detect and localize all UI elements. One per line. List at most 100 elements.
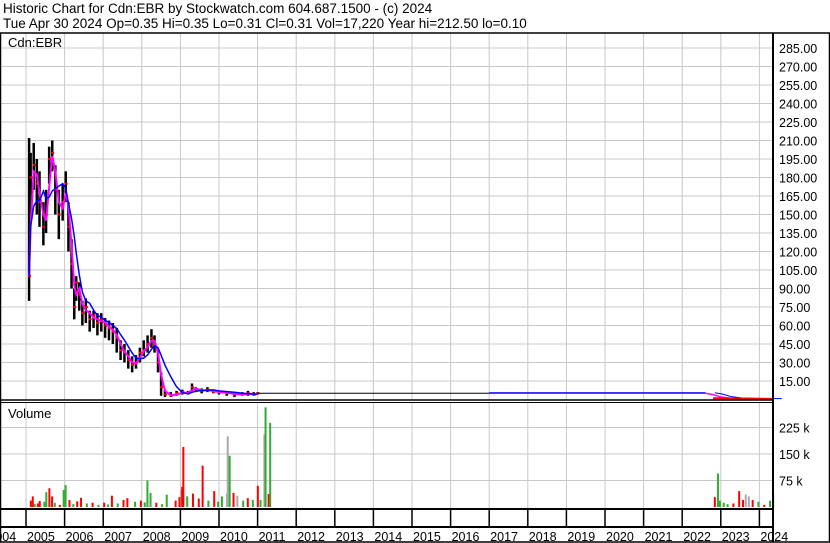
volume-bar [126,498,129,507]
volume-bar [110,495,113,507]
volume-bar [197,498,200,507]
year-label: 2009 [181,530,209,543]
volume-bar [178,497,181,507]
volume-bar [165,494,168,507]
price-tick-label: 195.00 [779,153,817,167]
price-tick-label: 270.00 [779,61,817,75]
volume-bar [713,497,716,507]
year-label: 2010 [220,530,248,543]
volume-bar [738,491,741,507]
price-tick-label: 30.00 [779,357,810,371]
volume-bar [246,498,249,507]
volume-bar [85,503,88,507]
volume-bar [269,422,272,507]
volume-tick-label: 75 k [779,475,803,489]
price-tick-label: 45.00 [779,338,810,352]
volume-bar [186,496,189,507]
close-tick [29,176,33,179]
year-label: 2019 [567,530,595,543]
year-label: 2005 [27,530,55,543]
symbol-label: Cdn:EBR [8,35,62,50]
chart-border [0,32,830,543]
year-label: 2022 [683,530,711,543]
volume-bar [31,496,34,507]
volume-bar [36,503,39,507]
volume-bar [45,492,48,507]
volume-bar [107,504,110,507]
volume-bar [226,436,229,507]
price-tick-label: 210.00 [779,135,817,149]
volume-bar [747,496,750,507]
year-label: 2008 [143,530,171,543]
frame [0,32,830,543]
year-label: 2017 [490,530,518,543]
volume-bar [757,501,760,507]
grid [0,33,772,527]
volume-bar [116,503,119,507]
stock-chart: Historic Chart for Cdn:EBR by Stockwatch… [0,0,830,543]
volume-bar [220,496,223,507]
close-tick [48,158,52,160]
volume-bar [769,500,772,507]
close-tick [119,349,123,352]
volume-bar [149,492,152,507]
year-label: 2014 [374,530,402,543]
year-label: 2012 [297,530,325,543]
price-tick-label: 255.00 [779,79,817,93]
close-tick [75,281,79,284]
volume-bar [718,500,721,507]
volume-bar [91,502,94,507]
volume-bar [103,502,106,507]
year-label: 2023 [722,530,750,543]
volume-bar [76,501,79,507]
volume-bar [744,494,747,507]
volume-bar [242,500,245,507]
year-label: 2013 [336,530,364,543]
year-label: 2007 [104,530,132,543]
volume-bar [751,499,754,507]
volume-bar [33,504,36,507]
close-tick [64,182,68,185]
close-tick [57,213,61,216]
volume-bar [256,485,259,507]
volume-tick-label: 225 k [779,422,810,436]
close-tick [81,312,85,315]
price-tick-label: 60.00 [779,320,810,334]
price-tick-label: 180.00 [779,172,817,186]
volume-bar [722,502,725,507]
close-tick [32,164,36,167]
close-tick [163,393,167,396]
year-label: 2020 [606,530,634,543]
price-tick-label: 150.00 [779,209,817,223]
volume-bar [207,500,210,507]
volume-bar [122,499,125,507]
year-label: 2018 [529,530,557,543]
year-label: 2004 [0,530,16,543]
price-tick-label: 225.00 [779,116,817,130]
price-tick-label: 285.00 [779,42,817,56]
year-label: 2015 [413,530,441,543]
volume-label: Volume [8,406,51,421]
close-tick [73,306,77,308]
recent-price-line [713,397,773,400]
close-tick [88,318,92,321]
volume-bar [232,492,235,507]
volume-bar [251,499,254,507]
year-label: 2011 [259,530,286,543]
price-tick-label: 120.00 [779,246,817,260]
price-tick-label: 15.00 [779,375,810,389]
volume-bar [134,501,137,507]
volume-bar [62,490,65,507]
volume-bar [259,499,262,507]
price-tick-label: 135.00 [779,227,817,241]
volume-bar [213,491,216,507]
axis-labels: 2004 2005 2006 2007 2008 2009 2010 2011 2012 2013… [0,42,817,543]
volume-bar [228,455,231,507]
year-label: 2024 [760,530,788,543]
volume-bar [68,499,71,507]
volume-bar [72,504,75,507]
close-tick [150,336,154,339]
price-tick-label: 105.00 [779,264,817,278]
volume-bar [201,465,204,507]
volume-bar [139,500,142,507]
